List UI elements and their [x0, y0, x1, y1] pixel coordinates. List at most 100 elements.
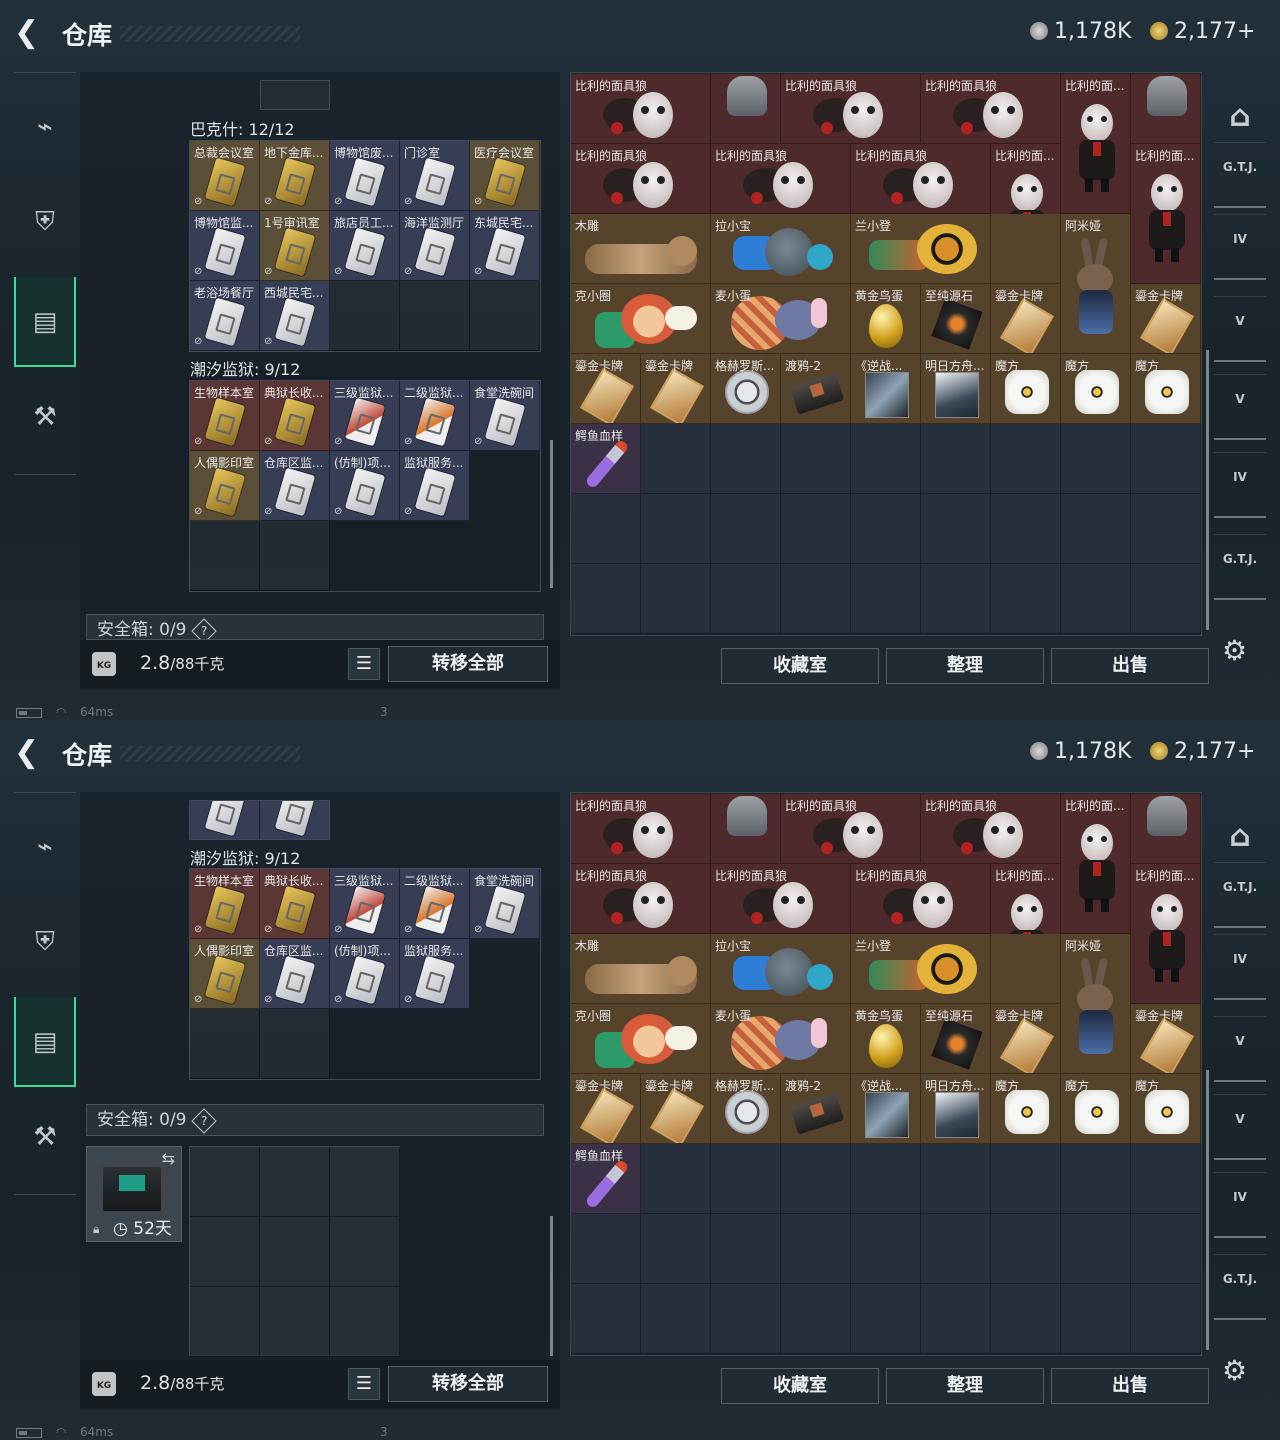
jigsaw-item[interactable]: 比利的面具狼 [921, 74, 1061, 144]
empty-slot[interactable] [1131, 564, 1201, 634]
v-tab-icon-2[interactable]: V [1214, 380, 1266, 440]
swap-icon[interactable]: ⇆ [162, 1149, 175, 1168]
maixiaodan-item[interactable]: 麦小蛋 [711, 1004, 851, 1074]
keycard-slot[interactable]: 三级监狱... ⊘ [330, 869, 400, 939]
kexiaoquan-item[interactable]: 克小圈 [571, 284, 711, 354]
empty-slot[interactable] [991, 564, 1061, 634]
scrollbar[interactable] [550, 440, 553, 588]
settings-gear-icon[interactable]: ⚙ [1222, 1354, 1247, 1387]
empty-slot[interactable] [711, 494, 781, 564]
collectible-item[interactable] [711, 794, 781, 864]
nizhan-item[interactable]: 《逆战... [851, 354, 921, 424]
empty-slot[interactable] [641, 1214, 711, 1284]
help-icon[interactable]: ? [190, 618, 217, 639]
mofang-item[interactable]: 魔方 [991, 354, 1061, 424]
keycard-slot[interactable]: 监狱服务... ⊘ [400, 939, 470, 1009]
empty-slot[interactable] [921, 564, 991, 634]
empty-slot[interactable] [851, 1144, 921, 1214]
empty-slot[interactable] [711, 1284, 781, 1354]
safe-box-container[interactable]: ⇆ 🔒︎ ◷ 52天 [86, 1146, 182, 1242]
sell-button[interactable]: 出售 [1051, 648, 1209, 684]
keycard-slot[interactable]: 人偶影印室 ⊘ [190, 939, 260, 1009]
jigsaw-item[interactable]: 比利的面具狼 [851, 144, 991, 214]
lanxiaodeng-item[interactable]: 兰小登 [851, 934, 991, 1004]
empty-slot[interactable] [991, 424, 1061, 494]
warehouse-scrollbar[interactable] [1206, 1070, 1209, 1350]
gold-card-item[interactable]: 鎏金卡牌 [1131, 284, 1201, 354]
collectible-item[interactable] [1131, 74, 1201, 144]
empty-slot[interactable] [330, 1287, 400, 1357]
mofang-item[interactable]: 魔方 [1131, 1074, 1201, 1144]
empty-slot[interactable] [921, 1214, 991, 1284]
empty-slot[interactable] [641, 564, 711, 634]
keycard-slot[interactable]: 典狱长收... ⊘ [260, 869, 330, 939]
pure-stone-item[interactable]: 至纯源石 [921, 1004, 991, 1074]
amiya-item[interactable]: 阿米娅 [1061, 934, 1131, 1074]
empty-slot[interactable] [711, 1144, 781, 1214]
empty-slot[interactable] [711, 1214, 781, 1284]
keycard-slot[interactable]: 1号审讯室 ⊘ [260, 211, 330, 281]
gold-card-item[interactable]: 鎏金卡牌 [1131, 1004, 1201, 1074]
empty-slot[interactable] [400, 281, 470, 351]
keycard-slot[interactable]: 海洋监测厅 ⊘ [400, 211, 470, 281]
empty-slot[interactable] [991, 934, 1061, 1004]
iv-tab-icon[interactable]: IV [1214, 220, 1266, 280]
gold-card-item[interactable]: 鎏金卡牌 [571, 1074, 641, 1144]
keycard-slot[interactable]: 总裁会议室 ⊘ [190, 141, 260, 211]
keycard-slot[interactable]: 博物馆监... ⊘ [190, 211, 260, 281]
crow-item[interactable]: 渡鸦-2 [781, 1074, 851, 1144]
mudiao-item[interactable]: 木雕 [571, 214, 711, 284]
keycard-slot[interactable]: 生物样本室 ⊘ [190, 869, 260, 939]
empty-slot[interactable] [1061, 494, 1131, 564]
empty-slot[interactable] [781, 564, 851, 634]
collectible-item[interactable] [1131, 794, 1201, 864]
keycard-slot[interactable]: 西城民宅... ⊘ [260, 281, 330, 351]
jigsaw-short-item[interactable]: 比利的面... [1061, 794, 1131, 934]
iv-tab-icon[interactable]: IV [1214, 940, 1266, 1000]
jigsaw-item[interactable]: 比利的面具狼 [711, 144, 851, 214]
armor-icon[interactable]: ⛨ [14, 897, 76, 987]
kexiaoquan-item[interactable]: 克小圈 [571, 1004, 711, 1074]
mingri-item[interactable]: 明日方舟... [921, 1074, 991, 1144]
keycard-slot[interactable]: 博物馆废... ⊘ [330, 141, 400, 211]
briefcase-icon[interactable]: ⚒ [14, 1092, 76, 1182]
amiya-item[interactable]: 阿米娅 [1061, 214, 1131, 354]
empty-slot[interactable] [851, 424, 921, 494]
gtj-tab-icon-2[interactable]: G.T.J. [1214, 1260, 1266, 1320]
empty-slot[interactable] [851, 1214, 921, 1284]
keycard-slot[interactable]: 旅店员工... ⊘ [330, 211, 400, 281]
collection-room-button[interactable]: 收藏室 [721, 1368, 879, 1404]
empty-slot[interactable] [260, 1009, 330, 1079]
v-tab-icon-2[interactable]: V [1214, 1100, 1266, 1160]
collection-room-button[interactable]: 收藏室 [721, 648, 879, 684]
keycard-slot[interactable]: 二级监狱... ⊘ [400, 381, 470, 451]
empty-slot[interactable] [1061, 1144, 1131, 1214]
keycard-slot[interactable]: 仓库区监... ⊘ [260, 939, 330, 1009]
empty-slot[interactable] [571, 1214, 641, 1284]
nizhan-item[interactable]: 《逆战... [851, 1074, 921, 1144]
gold-card-item[interactable]: 鎏金卡牌 [571, 354, 641, 424]
jigsaw-item[interactable]: 比利的面具狼 [571, 794, 711, 864]
keycard-slot[interactable]: 东城民宅... ⊘ [470, 211, 540, 281]
empty-slot[interactable] [571, 494, 641, 564]
empty-slot[interactable] [851, 564, 921, 634]
mofang-item[interactable]: 魔方 [1061, 1074, 1131, 1144]
home-tab-icon[interactable]: ⌂ [1214, 806, 1266, 866]
keycard-slot[interactable]: 仓库区监... ⊘ [260, 451, 330, 521]
gold-card-item[interactable]: 鎏金卡牌 [991, 1004, 1061, 1074]
jigsaw-item[interactable]: 比利的面具狼 [571, 74, 711, 144]
empty-slot[interactable] [921, 424, 991, 494]
mofang-item[interactable]: 魔方 [1131, 354, 1201, 424]
gehelos-item[interactable]: 格赫罗斯... [711, 1074, 781, 1144]
empty-slot[interactable] [781, 494, 851, 564]
empty-slot[interactable] [711, 564, 781, 634]
laxiaobao-item[interactable]: 拉小宝 [711, 214, 851, 284]
armor-icon[interactable]: ⛨ [14, 177, 76, 267]
gun-icon[interactable]: ⌁ [14, 82, 76, 172]
iv-tab-icon-2[interactable]: IV [1214, 1178, 1266, 1238]
gold-card-item[interactable]: 鎏金卡牌 [641, 1074, 711, 1144]
transfer-all-button[interactable]: 转移全部 [388, 1366, 548, 1402]
keycard-slot[interactable]: 食堂洗碗间 ⊘ [470, 869, 540, 939]
sort-button[interactable]: 整理 [886, 1368, 1044, 1404]
empty-slot[interactable] [1131, 424, 1201, 494]
